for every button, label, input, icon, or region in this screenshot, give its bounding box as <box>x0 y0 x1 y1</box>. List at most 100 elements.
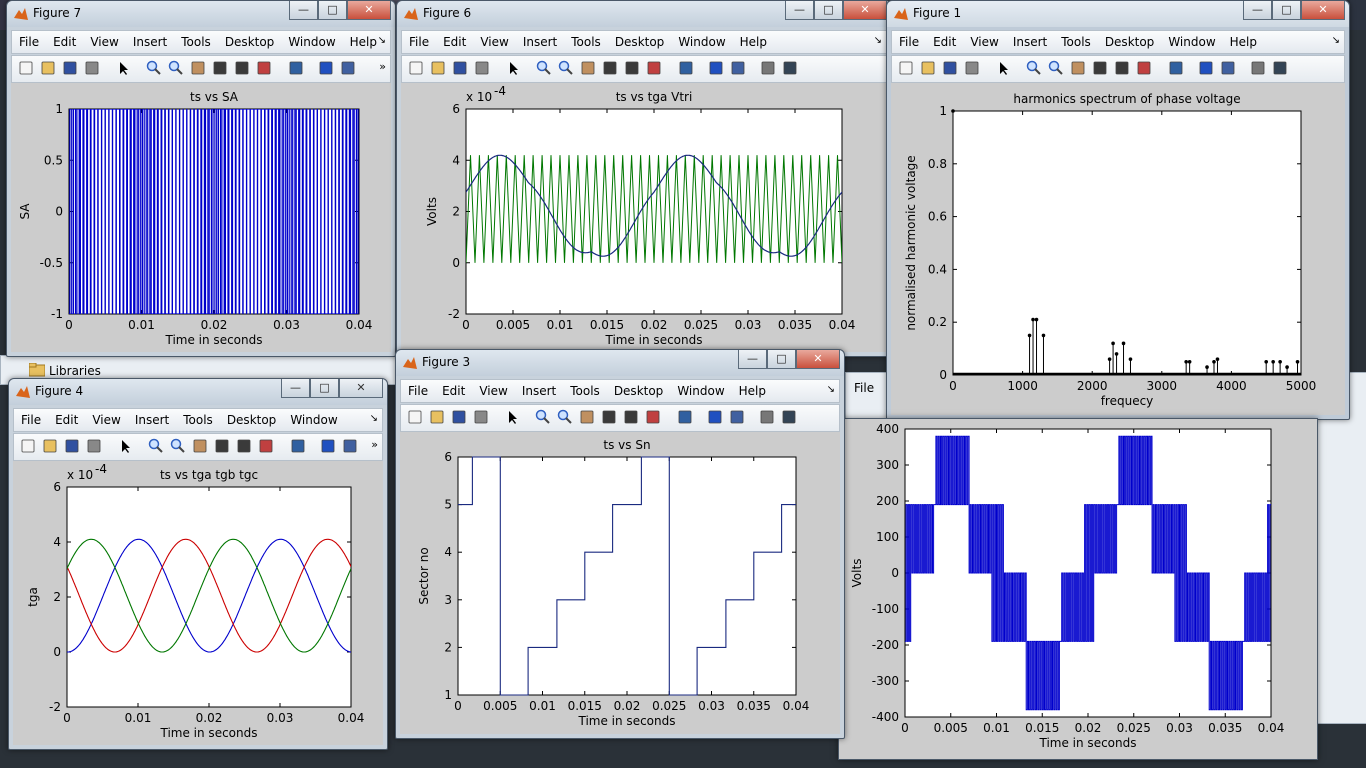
legend-icon[interactable] <box>340 60 356 76</box>
toolbar-overflow-icon[interactable]: » <box>379 60 386 73</box>
new-file-icon[interactable] <box>408 60 424 76</box>
maximize-button[interactable]: □ <box>310 379 339 398</box>
pointer-icon[interactable] <box>506 60 522 76</box>
menu-file[interactable]: File <box>892 31 926 49</box>
libraries-label[interactable]: Libraries <box>49 364 101 378</box>
new-file-icon[interactable] <box>20 438 36 454</box>
open-file-icon[interactable] <box>920 60 936 76</box>
titlebar[interactable]: Figure 4 — □ ✕ <box>9 379 387 405</box>
titlebar[interactable]: Figure 6 — □ ✕ <box>397 1 891 27</box>
data-cursor-icon[interactable] <box>623 409 639 425</box>
plot-fig1[interactable]: 0 1000 2000 3000 4000 5000 1 0.8 0.6 0.4 0.2 0 harmo… <box>891 83 1345 415</box>
menu-window[interactable]: Window <box>283 409 344 427</box>
menu-desktop[interactable]: Desktop <box>607 380 671 398</box>
plot-fig6[interactable]: 0 0.005 0.01 0.015 0.02 0.025 0.03 0.035 0.04 6 4 2… <box>401 83 887 352</box>
minimize-button[interactable]: — <box>289 1 318 20</box>
menu-edit[interactable]: Edit <box>435 380 472 398</box>
pan-hand-icon[interactable] <box>580 60 596 76</box>
menu-overflow-icon[interactable]: ↘ <box>370 413 378 424</box>
menu-window[interactable]: Window <box>1161 31 1222 49</box>
hide-tools-icon[interactable] <box>760 60 776 76</box>
open-file-icon[interactable] <box>429 409 445 425</box>
menu-tools[interactable]: Tools <box>174 31 218 49</box>
minimize-button[interactable]: — <box>1243 1 1272 20</box>
open-file-icon[interactable] <box>42 438 58 454</box>
rotate-icon[interactable] <box>1092 60 1108 76</box>
toolbar-overflow-icon[interactable]: » <box>371 438 378 451</box>
menu-desktop[interactable]: Desktop <box>218 31 282 49</box>
titlebar[interactable]: Figure 1 — □ ✕ <box>887 1 1349 27</box>
menu-view[interactable]: View <box>963 31 1005 49</box>
pan-hand-icon[interactable] <box>1070 60 1086 76</box>
menu-tools[interactable]: Tools <box>563 380 607 398</box>
close-button[interactable]: ✕ <box>796 350 840 369</box>
menu-tools[interactable]: Tools <box>1054 31 1098 49</box>
close-button[interactable]: ✕ <box>339 379 383 398</box>
menu-insert[interactable]: Insert <box>126 31 174 49</box>
colorbar-icon[interactable] <box>707 409 723 425</box>
zoom-in-icon[interactable] <box>536 60 552 76</box>
new-file-icon[interactable] <box>898 60 914 76</box>
show-tools-icon[interactable] <box>781 409 797 425</box>
menu-file[interactable]: File <box>401 380 435 398</box>
plot-fig7[interactable]: 0 0.01 0.02 0.03 0.04 1 0.5 0 -0.5 -1 ts vs SA Time… <box>11 83 391 352</box>
rotate-icon[interactable] <box>212 60 228 76</box>
pointer-icon[interactable] <box>118 438 134 454</box>
menu-overflow-icon[interactable]: ↘ <box>378 35 386 46</box>
brush-icon[interactable] <box>258 438 274 454</box>
menu-insert[interactable]: Insert <box>1006 31 1054 49</box>
menu-desktop[interactable]: Desktop <box>1098 31 1162 49</box>
print-icon[interactable] <box>86 438 102 454</box>
menu-insert[interactable]: Insert <box>128 409 176 427</box>
open-file-icon[interactable] <box>430 60 446 76</box>
link-icon[interactable] <box>1168 60 1184 76</box>
legend-icon[interactable] <box>1220 60 1236 76</box>
zoom-out-icon[interactable] <box>170 438 186 454</box>
legend-icon[interactable] <box>730 60 746 76</box>
menu-file[interactable]: File <box>12 31 46 49</box>
print-icon[interactable] <box>473 409 489 425</box>
pan-hand-icon[interactable] <box>190 60 206 76</box>
pointer-icon[interactable] <box>996 60 1012 76</box>
menu-insert[interactable]: Insert <box>516 31 564 49</box>
menu-window[interactable]: Window <box>670 380 731 398</box>
zoom-in-icon[interactable] <box>148 438 164 454</box>
titlebar[interactable]: Figure 7 — □ ✕ <box>7 1 395 27</box>
menu-edit[interactable]: Edit <box>436 31 473 49</box>
save-icon[interactable] <box>452 60 468 76</box>
figure-7-window[interactable]: Figure 7 — □ ✕ File Edit View Insert Tools De… <box>6 0 396 357</box>
minimize-button[interactable]: — <box>281 379 310 398</box>
zoom-in-icon[interactable] <box>535 409 551 425</box>
data-cursor-icon[interactable] <box>236 438 252 454</box>
menu-file[interactable]: File <box>14 409 48 427</box>
rotate-icon[interactable] <box>601 409 617 425</box>
figure-1-window[interactable]: Figure 1 — □ ✕ File Edit View Insert Tools De… <box>886 0 1350 420</box>
menu-view[interactable]: View <box>473 31 515 49</box>
save-icon[interactable] <box>64 438 80 454</box>
maximize-button[interactable]: □ <box>814 1 843 20</box>
save-icon[interactable] <box>942 60 958 76</box>
open-file-icon[interactable] <box>40 60 56 76</box>
menu-edit[interactable]: Edit <box>926 31 963 49</box>
menu-desktop[interactable]: Desktop <box>608 31 672 49</box>
menu-edit[interactable]: Edit <box>46 31 83 49</box>
link-icon[interactable] <box>678 60 694 76</box>
menu-desktop[interactable]: Desktop <box>220 409 284 427</box>
colorbar-icon[interactable] <box>320 438 336 454</box>
menu-window[interactable]: Window <box>281 31 342 49</box>
save-icon[interactable] <box>62 60 78 76</box>
pointer-icon[interactable] <box>116 60 132 76</box>
data-cursor-icon[interactable] <box>624 60 640 76</box>
close-button[interactable]: ✕ <box>843 1 887 20</box>
menu-overflow-icon[interactable]: ↘ <box>874 35 882 46</box>
menu-overflow-icon[interactable]: ↘ <box>1332 35 1340 46</box>
new-file-icon[interactable] <box>18 60 34 76</box>
new-file-icon[interactable] <box>407 409 423 425</box>
menu-view[interactable]: View <box>83 31 125 49</box>
link-icon[interactable] <box>677 409 693 425</box>
menu-file[interactable]: File <box>402 31 436 49</box>
data-cursor-icon[interactable] <box>1114 60 1130 76</box>
zoom-in-icon[interactable] <box>146 60 162 76</box>
print-icon[interactable] <box>84 60 100 76</box>
menu-edit[interactable]: Edit <box>48 409 85 427</box>
